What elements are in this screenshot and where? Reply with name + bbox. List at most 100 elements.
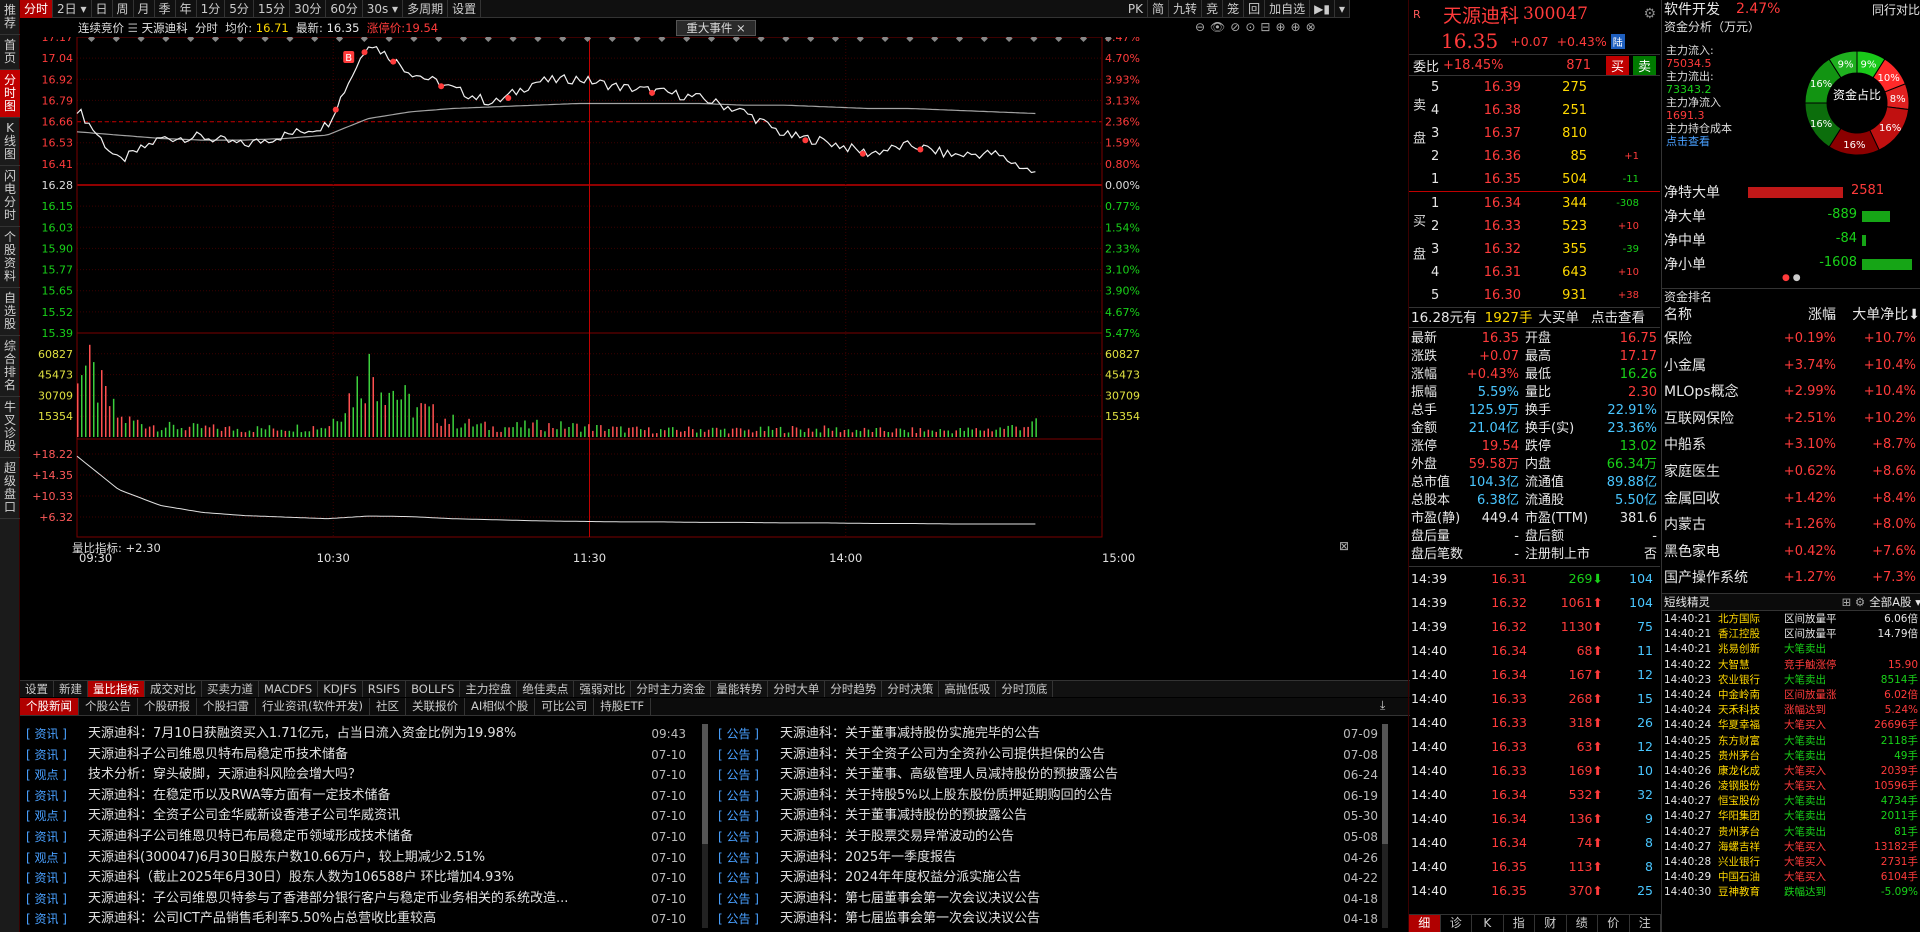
nav-item-superboard[interactable]: 超级盘口: [0, 458, 20, 519]
news-item[interactable]: [ 观点 ] 技术分析：穿头破脚，天源迪科风险会增大吗？ 07-10: [26, 765, 686, 786]
news-title[interactable]: 天源迪科：7月10日获融资买入1.71亿元，占当日流入资金比例为19.98%: [88, 724, 638, 745]
tab-60min[interactable]: 60分: [326, 0, 363, 18]
quote-tab[interactable]: 细: [1409, 915, 1441, 932]
indicator-tab[interactable]: 新建: [54, 681, 88, 697]
short-line-row[interactable]: 14:40:21 兆易创新 大笔卖出: [1662, 642, 1920, 657]
quote-tab[interactable]: 财: [1535, 915, 1567, 932]
news-title[interactable]: 天源迪科：在稳定币以及RWA等方面有一定技术储备: [88, 786, 638, 807]
tab-multi-period[interactable]: 多周期: [403, 0, 449, 18]
news-title[interactable]: 天源迪科：2025年一季度报告: [780, 848, 1330, 869]
pk-button[interactable]: PK: [1124, 0, 1149, 18]
news-item[interactable]: [ 资讯 ] 天源迪科：子公司维恩贝特参与了香港部分银行客户与稳定币业务相关的系统…: [26, 889, 686, 910]
short-line-row[interactable]: 14:40:28 兴业银行 大笔买入 2731手: [1662, 855, 1920, 870]
news-item[interactable]: [ 公告 ] 天源迪科：2024年年度权益分派实施公告 04-22: [718, 868, 1378, 889]
news-item[interactable]: [ 公告 ] 天源迪科：关于董事减持股份的预披露公告 05-30: [718, 806, 1378, 827]
nav-item-home[interactable]: 首页: [0, 35, 20, 70]
indicator-tab[interactable]: 分时趋势: [825, 681, 883, 697]
indicator-tab[interactable]: MACDFS: [259, 681, 319, 697]
order-row[interactable]: 2 16.33 523 +10: [1427, 215, 1660, 238]
news-title[interactable]: 天源迪科：关于董事、高级管理人员减持股份的预披露公告: [780, 765, 1330, 786]
order-row[interactable]: 3 16.37 810: [1427, 122, 1660, 145]
news-item[interactable]: [ 资讯 ] 天源迪科：在稳定币以及RWA等方面有一定技术储备 07-10: [26, 786, 686, 807]
news-item[interactable]: [ 公告 ] 天源迪科：关于持股5%以上股东股份质押延期购回的公告 06-19: [718, 786, 1378, 807]
nav-item-flash[interactable]: 闪电分时: [0, 166, 20, 227]
indicator-tab[interactable]: 成交对比: [145, 681, 202, 697]
tab-quarter[interactable]: 季: [155, 0, 176, 18]
indicator-tab[interactable]: 高抛低吸: [939, 681, 997, 697]
rank-row[interactable]: 家庭医生 +0.62% +8.6%: [1662, 459, 1920, 486]
news-title[interactable]: 天源迪科：关于持股5%以上股东股份质押延期购回的公告: [780, 786, 1330, 807]
quote-tab[interactable]: 指: [1504, 915, 1535, 932]
news-title[interactable]: 天源迪科子公司维恩贝特已布局稳定币领域形成技术储备: [88, 827, 638, 848]
news-item[interactable]: [ 资讯 ] 天源迪科子公司维恩贝特布局稳定币技术储备 07-10: [26, 745, 686, 766]
tab-day[interactable]: 日: [92, 0, 113, 18]
timeshare-chart[interactable]: 17.17 5.47% 17.04 4.70% 16.92 3.93% 16.79 3.13%…: [20, 37, 1410, 665]
news-item[interactable]: [ 公告 ] 天源迪科：关于股票交易异常波动的公告 05-08: [718, 827, 1378, 848]
buy-button[interactable]: 买: [1605, 55, 1629, 75]
rank-row[interactable]: MLOps概念 +2.99% +10.4%: [1662, 379, 1920, 406]
news-item[interactable]: [ 公告 ] 天源迪科：关于全资子公司为全资孙公司提供担保的公告 07-08: [718, 745, 1378, 766]
order-row[interactable]: 4 16.38 251: [1427, 99, 1660, 122]
news-title[interactable]: 天源迪科：公司ICT产品销售毛利率5.50%占总营收比重较高: [88, 909, 638, 930]
indicator-tab[interactable]: 强弱对比: [574, 681, 632, 697]
indicator-tab[interactable]: 分时顶底: [996, 681, 1054, 697]
news-item[interactable]: [ 公告 ] 天源迪科：关于董事、高级管理人员减持股份的预披露公告 06-24: [718, 765, 1378, 786]
nav-item-diagnose[interactable]: 牛叉诊股: [0, 397, 20, 458]
nav-item-timeshare[interactable]: 分时图: [0, 70, 20, 118]
short-line-row[interactable]: 14:40:24 中金岭南 区间放量涨 6.02倍: [1662, 688, 1920, 703]
nav-item-ranking[interactable]: 综合排名: [0, 336, 20, 397]
replay-button[interactable]: 回: [1244, 0, 1266, 18]
big-order-row[interactable]: 16.28元有 1927手 大买单 点击查看: [1409, 308, 1660, 328]
news-tab[interactable]: AI相似个股: [465, 698, 536, 715]
tab-week[interactable]: 周: [113, 0, 134, 18]
chart-tool-icons[interactable]: ⊖👁⊘⊙⊟⊕⊕⊗: [1195, 20, 1321, 34]
expand-icon[interactable]: ⊞ ⚙: [1842, 595, 1866, 609]
news-tab[interactable]: 个股研报: [138, 698, 197, 715]
rank-row[interactable]: 黑色家电 +0.42% +7.6%: [1662, 539, 1920, 566]
news-scrollbar[interactable]: [702, 724, 708, 928]
news-tab[interactable]: 可比公司: [535, 698, 595, 715]
news-item[interactable]: [ 公告 ] 天源迪科：关于董事减持股份实施完毕的公告 07-09: [718, 724, 1378, 745]
news-title[interactable]: 天源迪科：关于董事减持股份实施完毕的公告: [780, 724, 1330, 745]
news-tab[interactable]: 个股公告: [79, 698, 138, 715]
news-title[interactable]: 天源迪科子公司维恩贝特布局稳定币技术储备: [88, 745, 638, 766]
quote-tab[interactable]: 注: [1630, 915, 1661, 932]
news-tab[interactable]: 个股扫雷: [197, 698, 256, 715]
short-line-row[interactable]: 14:40:21 北方国际 区间放量平 6.06倍: [1662, 612, 1920, 627]
news-tab[interactable]: 个股新闻: [20, 698, 79, 715]
rank-row[interactable]: 互联网保险 +2.51% +10.2%: [1662, 406, 1920, 433]
order-row[interactable]: 3 16.32 355 -39: [1427, 238, 1660, 261]
news-title[interactable]: 天源迪科：第七届监事会第一次会议决议公告: [780, 909, 1330, 930]
indicator-tab[interactable]: 绝佳卖点: [517, 681, 575, 697]
short-line-row[interactable]: 14:40:27 恒宝股份 大笔卖出 4734手: [1662, 794, 1920, 809]
short-line-row[interactable]: 14:40:27 海螺吉祥 大笔买入 13182手: [1662, 840, 1920, 855]
short-line-row[interactable]: 14:40:29 中国石油 大笔买入 6104手: [1662, 870, 1920, 885]
major-event-tag[interactable]: 重大事件 ×: [676, 20, 756, 36]
short-line-row[interactable]: 14:40:21 香江控股 区间放量平 14.79倍: [1662, 627, 1920, 642]
news-item[interactable]: [ 资讯 ] 天源迪科子公司维恩贝特已布局稳定币领域形成技术储备 07-10: [26, 827, 686, 848]
tab-30min[interactable]: 30分: [290, 0, 327, 18]
news-title[interactable]: 天源迪科(300047)6月30日股东户数10.66万户，较上期减少2.51%: [88, 848, 638, 869]
short-line-row[interactable]: 14:40:23 农业银行 大笔卖出 8514手: [1662, 673, 1920, 688]
quote-tab[interactable]: 诊: [1441, 915, 1472, 932]
order-row[interactable]: 1 16.35 504 -11: [1427, 168, 1660, 191]
news-tab[interactable]: 关联报价: [406, 698, 465, 715]
download-icon[interactable]: ⤓: [1380, 698, 1385, 713]
add-watchlist-button[interactable]: 加自选: [1265, 0, 1311, 18]
rank-row[interactable]: 小金属 +3.74% +10.4%: [1662, 353, 1920, 380]
quote-tab[interactable]: 绩: [1567, 915, 1598, 932]
news-item[interactable]: [ 观点 ] 天源迪科：全资子公司金华威新设香港子公司华威资讯 07-10: [26, 806, 686, 827]
announcement-scrollbar[interactable]: [1382, 724, 1388, 928]
nav-item-profile[interactable]: 个股资料: [0, 227, 20, 288]
jiuzhuan-button[interactable]: 九转: [1169, 0, 1203, 18]
indicator-tab[interactable]: 设置: [20, 681, 54, 697]
short-line-filter[interactable]: 全部A股 ▾: [1869, 594, 1920, 610]
tab-15min[interactable]: 15分: [254, 0, 291, 18]
news-item[interactable]: [ 公告 ] 天源迪科：第七届董事会第一次会议决议公告 04-18: [718, 889, 1378, 910]
news-tab[interactable]: 持股ETF: [594, 698, 652, 715]
news-title[interactable]: 天源迪科：关于董事减持股份的预披露公告: [780, 806, 1330, 827]
tab-timeshare[interactable]: 分时: [20, 0, 54, 18]
news-item[interactable]: [ 资讯 ] 天源迪科（截止2025年6月30日）股东人数为106588户 环比增…: [26, 868, 686, 889]
quote-tab[interactable]: K: [1472, 915, 1504, 932]
rank-row[interactable]: 金属回收 +1.42% +8.4%: [1662, 486, 1920, 513]
